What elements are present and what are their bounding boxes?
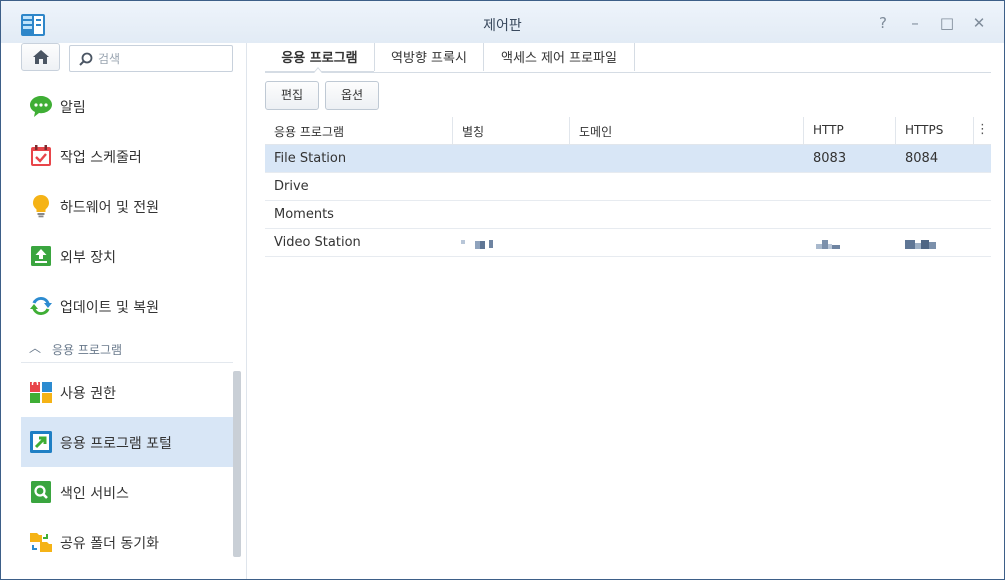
cell-https: 8084 [905, 151, 939, 166]
column-header-application[interactable]: 응용 프로그램 [265, 117, 453, 145]
sidebar-scrollbar[interactable] [233, 371, 241, 557]
home-button[interactable] [21, 43, 60, 71]
sidebar-group-applications[interactable]: ︿ 응용 프로그램 [21, 335, 233, 363]
sidebar-item-task-scheduler[interactable]: 작업 스케줄러 [21, 131, 233, 181]
cell-http: 8083 [813, 151, 847, 166]
chat-bubble-icon [30, 96, 52, 117]
cell-application: File Station [274, 151, 347, 166]
sidebar-item-hardware-power[interactable]: 하드웨어 및 전원 [21, 181, 233, 231]
search-icon [79, 52, 93, 66]
sidebar-group-label: 응용 프로그램 [52, 343, 123, 357]
tab-access-control-profile[interactable]: 액세스 제어 프로파일 [484, 43, 634, 72]
upload-icon [31, 246, 51, 266]
cell-application: Moments [274, 207, 334, 222]
sidebar-item-privileges[interactable]: 사용 권한 [21, 367, 233, 417]
table-row[interactable]: Video Station [265, 229, 991, 257]
minimize-button[interactable]: – [905, 13, 925, 33]
search-box[interactable] [69, 45, 233, 72]
column-header-alias[interactable]: 별칭 [453, 117, 570, 145]
table-row[interactable]: File Station 8083 8084 [265, 145, 991, 173]
table-row[interactable]: Moments [265, 201, 991, 229]
applications-table: 응용 프로그램 별칭 도메인 HTTP HTTPS ⋮ File Station… [265, 117, 991, 257]
redacted-https [905, 240, 936, 249]
redacted-http [816, 240, 840, 249]
chevron-up-icon: ︿ [29, 341, 42, 355]
table-header: 응용 프로그램 별칭 도메인 HTTP HTTPS ⋮ [265, 117, 991, 145]
cell-alias [453, 145, 462, 173]
folder-sync-icon [30, 533, 52, 552]
calendar-icon [31, 145, 51, 166]
sidebar-item-label: 하드웨어 및 전원 [60, 200, 160, 216]
maximize-button[interactable]: □ [937, 13, 957, 33]
tab-bar: 응용 프로그램 역방향 프록시 액세스 제어 프로파일 [265, 43, 991, 73]
refresh-icon [30, 296, 52, 316]
sidebar-item-external-devices[interactable]: 외부 장치 [21, 231, 233, 281]
edit-button[interactable]: 편집 [265, 81, 319, 110]
sidebar-item-label: 작업 스케줄러 [60, 150, 142, 166]
options-button[interactable]: 옵션 [325, 81, 379, 110]
help-button[interactable]: ? [873, 13, 893, 33]
search-input[interactable] [98, 48, 226, 69]
title-bar: 제어판 ? – □ ✕ [1, 1, 1004, 43]
sidebar: 알림 작업 스케줄러 하드웨어 및 전원 외부 장치 [1, 43, 247, 579]
table-row[interactable]: Drive [265, 173, 991, 201]
tab-divider [634, 43, 635, 71]
close-button[interactable]: ✕ [969, 13, 989, 33]
cell-application: Drive [274, 179, 309, 194]
window-title: 제어판 [483, 18, 522, 34]
sidebar-item-label: 외부 장치 [60, 250, 116, 266]
control-panel-window: 제어판 ? – □ ✕ 알림 [0, 0, 1005, 580]
column-menu-icon[interactable]: ⋮ [974, 117, 991, 145]
search-index-icon [31, 481, 51, 503]
active-tab-indicator [313, 67, 323, 73]
sidebar-item-label: 알림 [60, 100, 86, 116]
portal-icon [30, 431, 52, 453]
column-header-http[interactable]: HTTP [804, 117, 896, 145]
sidebar-item-label: 사용 권한 [60, 386, 116, 402]
sidebar-item-shared-folder-sync[interactable]: 공유 폴더 동기화 [21, 517, 233, 567]
tab-reverse-proxy[interactable]: 역방향 프록시 [375, 43, 483, 72]
cell-domain [570, 145, 579, 173]
sidebar-item-label: 색인 서비스 [60, 486, 129, 502]
sidebar-item-notifications[interactable]: 알림 [21, 81, 233, 131]
cell-application: Video Station [274, 235, 361, 250]
lightbulb-icon [33, 195, 49, 218]
sidebar-item-label: 공유 폴더 동기화 [60, 536, 160, 552]
sidebar-item-label: 응용 프로그램 포털 [60, 436, 172, 452]
sidebar-item-update-restore[interactable]: 업데이트 및 복원 [21, 281, 233, 331]
sidebar-item-application-portal[interactable]: 응용 프로그램 포털 [21, 417, 233, 467]
column-header-domain[interactable]: 도메인 [570, 117, 804, 145]
column-header-https[interactable]: HTTPS [896, 117, 974, 145]
sidebar-item-indexing-service[interactable]: 색인 서비스 [21, 467, 233, 517]
redacted-alias [461, 240, 493, 249]
permissions-icon [30, 380, 52, 403]
home-icon [33, 50, 49, 64]
sidebar-item-label: 업데이트 및 복원 [60, 300, 160, 316]
